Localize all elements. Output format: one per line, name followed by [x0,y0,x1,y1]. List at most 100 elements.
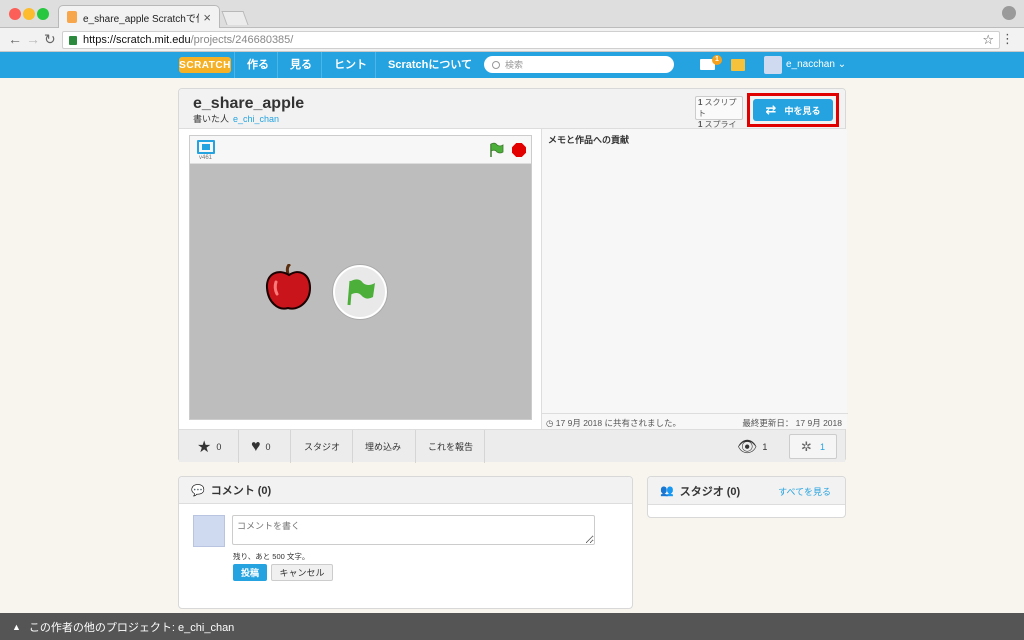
notes-heading: メモと作品への貢献 [548,135,630,145]
profile-icon[interactable] [1002,6,1016,20]
clock-icon: ◷ [546,418,554,428]
scripts-count: 1 [698,98,703,107]
browser-tab[interactable]: e_share_apple Scratchで作成 × [58,5,220,28]
see-inside-button[interactable]: ⇄ 中を見る [753,99,833,121]
lock-icon [69,35,77,45]
shared-date: 17 9月 2018 に共有されました。 [555,418,681,428]
favorite-button[interactable]: ★ 0 [179,430,239,463]
tab-close-icon[interactable]: × [203,10,211,25]
search-input[interactable]: 検索 [484,56,674,73]
favorite-count: 0 [216,441,222,452]
remix-arrows-icon: ⇄ [765,102,777,117]
username: e_nacchan [786,59,835,70]
close-window-button[interactable] [9,8,21,20]
studios-panel: 👥 スタジオ (0) すべてを見る [647,476,846,518]
views-count: 1 [762,441,768,452]
url-field[interactable]: https://scratch.mit.edu/projects/2466803… [62,31,1000,49]
notes-panel: メモと作品への貢献 ◷ 17 9月 2018 に共有されました。 最終更新日： … [541,129,848,429]
updated-date: 最終更新日： 17 9月 2018 [742,418,842,428]
player-toolbar: v461 [190,136,531,164]
player-version: v461 [199,155,213,161]
search-icon [492,60,500,69]
forward-arrow-icon[interactable]: → [26,31,40,47]
people-icon: 👥 [660,485,674,497]
project-header: e_share_apple 書いた人 e_chi_chan 1 スクリプト 1 スプラ… [179,89,845,140]
reload-icon[interactable]: ↻ [44,31,56,48]
nav-about[interactable]: Scratchについて [375,52,484,78]
bookmark-star-icon[interactable]: ☆ [982,32,994,48]
username-menu[interactable]: e_nacchan ⌄ [786,52,846,78]
nav-explore[interactable]: 見る [277,52,324,78]
project-stage[interactable] [190,164,531,419]
love-button[interactable]: ♥ 0 [239,430,291,463]
comment-input[interactable] [232,515,595,545]
characters-remaining: 残り、あと 500 文字。 [233,552,310,561]
comments-panel: 💬 コメント (0) 残り、あと 500 文字。 投稿 キャンセル [178,476,633,609]
studio-label: スタジオ [304,442,341,452]
project-author-line: 書いた人 e_chi_chan [193,112,279,125]
report-label: これを報告 [428,442,474,452]
start-project-button[interactable] [333,265,387,319]
project-panel: e_share_apple 書いた人 e_chi_chan 1 スクリプト 1 スプラ… [178,88,848,463]
love-count: 0 [265,441,271,452]
scripts-label: スクリプト [698,98,737,118]
sprites-count: 1 [698,120,703,129]
comments-header: 💬 コメント (0) [179,477,632,504]
nav-create[interactable]: 作る [234,52,281,78]
scratch-favicon-icon [67,11,77,23]
apple-sprite [265,264,312,310]
message-count-badge: 1 [712,55,722,65]
comments-heading: コメント (0) [210,485,272,497]
eye-icon: 👁 [737,438,758,456]
heart-icon: ♥ [251,437,261,455]
user-avatar[interactable] [764,56,782,74]
author-prefix: 書いた人 [193,114,230,124]
big-green-flag-icon [347,279,375,306]
browser-menu-icon[interactable]: ⋮ [1001,31,1014,47]
chevron-down-icon: ⌄ [837,59,847,70]
post-comment-button[interactable]: 投稿 [233,564,267,581]
triangle-up-icon: ▲ [12,621,21,632]
studios-header: 👥 スタジオ (0) すべてを見る [648,477,845,505]
more-by-author-bar[interactable]: ▲ この作者の他のプロジェクト: e_chi_chan [0,613,1024,640]
scratch-navbar: SCRATCH 作る 見る ヒント Scratchについて 検索 1 e_nac… [0,52,1024,78]
url-host: https://scratch.mit.edu [83,34,191,46]
highlight-box: ⇄ 中を見る [747,93,839,127]
maximize-window-button[interactable] [37,8,49,20]
remix-count: 1 [819,441,825,452]
nav-tips[interactable]: ヒント [321,52,379,78]
cancel-comment-button[interactable]: キャンセル [271,564,333,581]
more-by-author-label: この作者の他のプロジェクト: e_chi_chan [28,621,235,634]
add-to-studio-button[interactable]: スタジオ [291,430,353,463]
minimize-window-button[interactable] [23,8,35,20]
project-player: v461 [189,135,532,420]
back-arrow-icon[interactable]: ← [8,31,22,47]
fullscreen-icon[interactable] [197,140,215,154]
star-icon: ★ [197,438,212,456]
browser-tab-strip: e_share_apple Scratchで作成 × [0,0,1024,28]
remix-tree-icon: ✲ [801,438,812,454]
embed-button[interactable]: 埋め込み [353,430,416,463]
share-info: ◷ 17 9月 2018 に共有されました。 最終更新日： 17 9月 2018 [542,413,848,429]
project-title: e_share_apple [193,95,305,112]
speech-bubble-icon: 💬 [191,484,205,497]
views-counter: 👁 1 [737,430,777,463]
url-path: /projects/246680385/ [190,34,294,46]
embed-label: 埋め込み [365,442,402,452]
report-button[interactable]: これを報告 [416,430,485,463]
scratch-logo[interactable]: SCRATCH [179,57,231,73]
green-flag-icon[interactable] [488,142,504,158]
new-tab-button[interactable] [221,11,249,25]
see-all-studios-link[interactable]: すべてを見る [778,485,831,498]
project-actions: ★ 0 ♥ 0 スタジオ 埋め込み これを報告 👁 1 ✲ 1 [179,429,845,463]
studios-heading: スタジオ (0) [679,485,741,498]
address-bar-row: ← → ↻ https://scratch.mit.edu/projects/2… [0,28,1024,52]
see-inside-label: 中を見る [784,105,821,116]
tab-title: e_share_apple Scratchで作成 [83,13,199,25]
my-stuff-icon[interactable] [731,59,745,71]
stop-icon[interactable] [512,143,526,157]
remix-tree-button[interactable]: ✲ 1 [789,434,837,459]
project-stats: 1スクリプト 1スプライト [695,96,743,140]
author-link[interactable]: e_chi_chan [233,114,279,124]
search-placeholder: 検索 [505,60,524,70]
